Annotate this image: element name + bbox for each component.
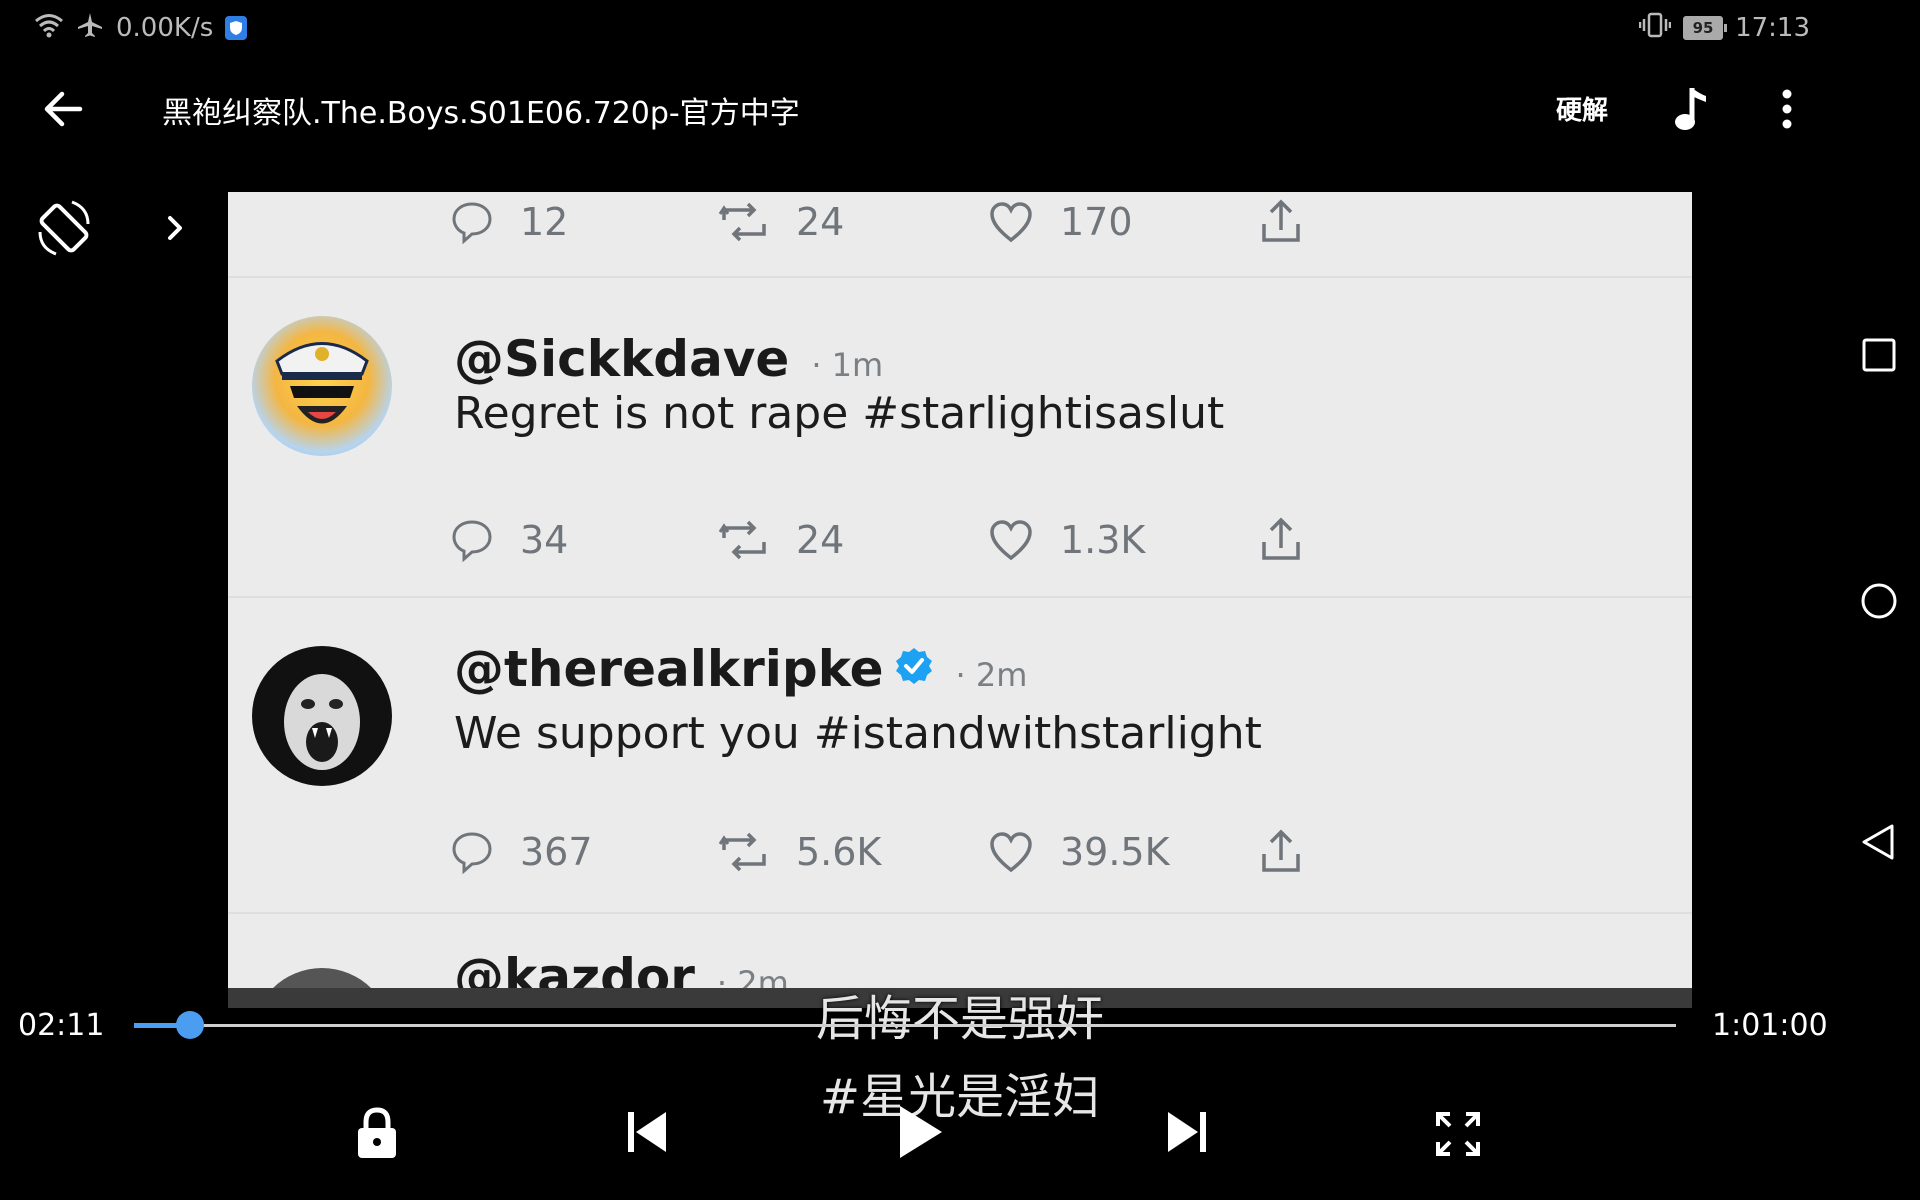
like-count: 170 <box>988 200 1258 244</box>
tweet-text: We support you #istandwithstarlight <box>454 708 1262 759</box>
retweet-icon <box>718 520 766 560</box>
share-icon <box>1258 198 1330 246</box>
seek-bar-thumb[interactable] <box>175 1011 204 1039</box>
subtitle: 后悔不是强奸 #星光是淫妇 <box>0 980 1920 1136</box>
skip-previous-icon <box>628 1112 666 1152</box>
play-button[interactable] <box>896 1104 946 1160</box>
like-count-value: 39.5K <box>1060 830 1170 874</box>
wifi-icon <box>34 12 64 45</box>
music-note-icon <box>1675 88 1706 130</box>
nav-back-button[interactable] <box>1860 822 1898 862</box>
lock-button[interactable] <box>354 1106 400 1162</box>
reply-count: 367 <box>450 830 718 874</box>
heart-icon <box>990 832 1032 873</box>
airplane-icon <box>76 11 104 46</box>
heart-icon <box>990 202 1032 243</box>
divider <box>228 596 1692 598</box>
shield-icon <box>225 16 248 40</box>
video-title: 黑袍纠察队.The.Boys.S01E06.720p-官方中字 <box>162 96 800 131</box>
battery-icon: 95 <box>1683 16 1728 40</box>
reply-icon <box>452 520 492 562</box>
retweet-count: 24 <box>718 200 988 244</box>
video-frame[interactable]: 12 24 170 @Sickkdave · 1m Regret is not … <box>228 192 1692 1008</box>
fullscreen-icon <box>1436 1112 1480 1156</box>
like-count: 39.5K <box>988 830 1258 874</box>
screen-rotation-icon <box>38 200 90 256</box>
tweet-timestamp: · 1m <box>811 346 884 384</box>
retweet-count: 5.6K <box>718 830 988 874</box>
hw-decode-button[interactable]: 硬解 <box>1556 90 1608 127</box>
screen-rotate-button[interactable] <box>34 198 94 258</box>
like-count-value: 1.3K <box>1060 518 1146 562</box>
lock-icon <box>358 1107 396 1158</box>
tweet-author: @Sickkdave · 1m <box>454 330 883 388</box>
total-duration: 1:01:00 <box>1712 1008 1828 1043</box>
reply-count-value: 367 <box>520 830 593 874</box>
avatar-therealkripke <box>252 646 392 786</box>
reply-count: 34 <box>450 518 718 562</box>
reply-icon <box>452 202 492 244</box>
retweet-icon <box>718 202 766 242</box>
audio-track-button[interactable] <box>1670 84 1716 134</box>
fullscreen-button[interactable] <box>1434 1110 1482 1158</box>
retweet-count-value: 5.6K <box>796 830 882 874</box>
subtitle-line-2: #星光是淫妇 <box>819 1069 1101 1125</box>
like-count: 1.3K <box>988 518 1258 562</box>
more-vert-icon <box>1782 89 1792 129</box>
tweet-handle: @therealkripke <box>454 640 884 698</box>
play-icon <box>900 1106 942 1158</box>
reply-count-value: 12 <box>520 200 569 244</box>
seek-bar[interactable] <box>134 1024 1676 1027</box>
skip-next-icon <box>1168 1112 1206 1152</box>
current-time: 02:11 <box>18 1008 105 1043</box>
retweet-icon <box>718 832 766 872</box>
status-bar-left: 0.00K/s <box>34 10 248 46</box>
tweet-timestamp: · 2m <box>955 656 1028 694</box>
back-button[interactable] <box>40 84 90 134</box>
more-options-button[interactable] <box>1764 84 1810 134</box>
heart-icon <box>990 520 1032 561</box>
circle-icon <box>1861 583 1897 619</box>
next-button[interactable] <box>1164 1108 1210 1156</box>
nav-recents-button[interactable] <box>1862 338 1896 372</box>
divider <box>228 912 1692 914</box>
triangle-back-icon <box>1862 824 1894 860</box>
reply-icon <box>452 832 492 874</box>
subtitle-line-1: 后悔不是强奸 <box>815 991 1104 1047</box>
vibrate-icon <box>1638 12 1672 45</box>
retweet-count: 24 <box>718 518 988 562</box>
tweet-actions-row: 34 24 1.3K <box>450 510 1330 570</box>
previous-button[interactable] <box>624 1108 670 1156</box>
verified-badge-icon <box>894 640 934 698</box>
tweet-text: Regret is not rape #starlightisaslut <box>454 388 1225 439</box>
retweet-count-value: 24 <box>796 200 845 244</box>
chevron-right-icon <box>168 216 182 240</box>
reply-count: 12 <box>450 200 718 244</box>
avatar-sickkdave <box>252 316 392 456</box>
share-icon <box>1258 828 1330 876</box>
tweet-handle: @Sickkdave <box>454 330 790 388</box>
network-speed: 0.00K/s <box>116 13 214 43</box>
arrow-left-icon <box>44 91 83 127</box>
retweet-count-value: 24 <box>796 518 845 562</box>
nav-home-button[interactable] <box>1860 582 1898 620</box>
expand-panel-button[interactable] <box>158 208 194 248</box>
status-bar-right: 95 17:13 <box>1638 10 1810 46</box>
like-count-value: 170 <box>1060 200 1133 244</box>
tweet-actions-row: 367 5.6K 39.5K <box>450 822 1330 882</box>
tweet-actions-row: 12 24 170 <box>450 192 1330 252</box>
clock: 17:13 <box>1735 13 1810 43</box>
reply-count-value: 34 <box>520 518 569 562</box>
share-icon <box>1258 516 1330 564</box>
tweet-author: @therealkripke · 2m <box>454 640 1027 698</box>
square-icon <box>1862 338 1896 372</box>
divider <box>228 276 1692 278</box>
